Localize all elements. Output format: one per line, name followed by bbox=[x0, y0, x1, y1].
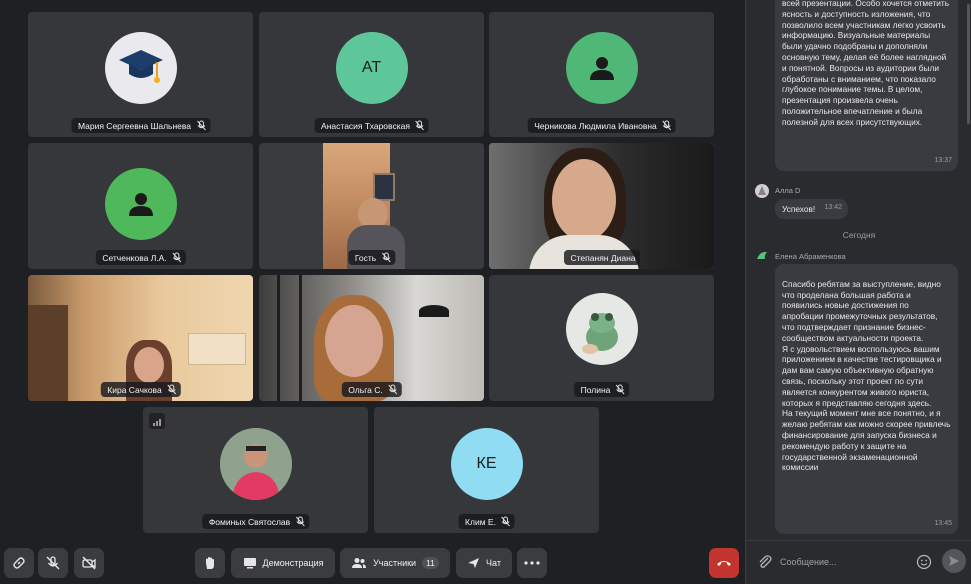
participant-name: Черникова Людмила Ивановна bbox=[527, 118, 676, 133]
participants-count: 11 bbox=[422, 557, 439, 569]
person-head bbox=[134, 347, 164, 383]
send-button[interactable] bbox=[942, 549, 966, 573]
window-frame bbox=[277, 275, 280, 401]
message-author: Елена Абраменкова bbox=[775, 252, 846, 261]
participant-tile[interactable]: Сетченкова Л.А. bbox=[28, 143, 253, 269]
camera-off-icon bbox=[82, 556, 96, 570]
call-toolbar: Демонстрация Участники 11 Чат bbox=[0, 540, 745, 584]
participant-tile[interactable]: Черникова Людмила Ивановна bbox=[489, 12, 714, 137]
participant-name: Кира Сачкова bbox=[100, 382, 181, 397]
message-author: Алла D bbox=[775, 186, 801, 195]
mic-off-icon bbox=[172, 252, 182, 263]
participant-name: Ольга С. bbox=[341, 382, 402, 397]
day-separator: Сегодня bbox=[842, 230, 876, 240]
participant-name: Фоминых Святослав bbox=[201, 514, 310, 529]
mic-off-icon bbox=[501, 516, 511, 527]
people-icon bbox=[352, 558, 367, 568]
participant-name: Клим Е. bbox=[458, 514, 515, 529]
more-icon bbox=[524, 561, 540, 565]
more-options-button[interactable] bbox=[517, 548, 547, 578]
person-head bbox=[552, 159, 616, 241]
hand-icon bbox=[206, 557, 214, 569]
participant-name: Мария Сергеевна Шальнева bbox=[70, 118, 211, 133]
mic-off-icon bbox=[167, 384, 177, 395]
link-icon bbox=[13, 557, 25, 569]
person-photo-avatar bbox=[219, 428, 292, 500]
participant-name: Полина bbox=[573, 382, 630, 397]
participant-tile[interactable]: АТ Анастасия Тхаровская bbox=[259, 12, 484, 137]
participant-tile[interactable]: Ольга С. bbox=[259, 275, 484, 401]
message-time: 13:45 bbox=[934, 520, 952, 528]
avatar-initials: АТ bbox=[361, 59, 382, 76]
camera-toggle-button[interactable] bbox=[74, 548, 104, 578]
signal-strength-icon bbox=[149, 413, 165, 429]
message-time: 13:42 bbox=[824, 204, 842, 212]
screen-share-icon bbox=[243, 558, 256, 569]
message-input[interactable] bbox=[780, 552, 910, 572]
hang-up-icon bbox=[717, 561, 731, 566]
person-head bbox=[325, 305, 383, 377]
participant-tile-active-speaker[interactable]: Степанян Диана bbox=[489, 143, 714, 269]
graduation-cap-icon bbox=[104, 32, 177, 104]
person-icon bbox=[565, 32, 638, 104]
mic-off-icon bbox=[615, 384, 625, 395]
participant-tile[interactable]: Кира Сачкова bbox=[28, 275, 253, 401]
mic-off-icon bbox=[415, 120, 425, 131]
avatar: АТ bbox=[335, 32, 408, 104]
screen-share-label: Демонстрация bbox=[262, 558, 324, 568]
participant-name: Сетченкова Л.А. bbox=[95, 250, 186, 265]
participant-tile[interactable]: Фоминых Святослав bbox=[143, 407, 368, 533]
participant-tile[interactable]: Мария Сергеевна Шальнева bbox=[28, 12, 253, 137]
chat-scrollbar[interactable] bbox=[967, 4, 970, 124]
screen-share-button[interactable]: Демонстрация bbox=[231, 548, 335, 578]
message-text: Успехов! bbox=[782, 204, 816, 214]
raise-hand-button[interactable] bbox=[195, 548, 225, 578]
person-icon bbox=[104, 168, 177, 240]
door bbox=[28, 305, 68, 401]
message-time: 13:37 bbox=[934, 157, 952, 165]
emoji-icon[interactable] bbox=[915, 553, 933, 571]
message-composer bbox=[746, 540, 971, 584]
participants-button[interactable]: Участники 11 bbox=[340, 548, 450, 578]
participant-name: Гость bbox=[347, 250, 396, 265]
mic-off-icon bbox=[196, 120, 206, 131]
chat-message: Успехов! 13:42 bbox=[775, 199, 848, 219]
participant-name: Степанян Диана bbox=[563, 250, 640, 265]
chat-message: всей презентации. Особо хочется отметить… bbox=[775, 0, 958, 171]
window-frame bbox=[299, 275, 302, 401]
wall-picture bbox=[373, 173, 395, 201]
lamp bbox=[419, 305, 449, 317]
chat-message: Спасибо ребятам за выступление, видно чт… bbox=[775, 264, 958, 534]
send-icon bbox=[949, 556, 959, 566]
shelf bbox=[188, 333, 246, 365]
avatar bbox=[755, 248, 769, 262]
chat-button[interactable]: Чат bbox=[456, 548, 512, 578]
mic-off-icon bbox=[295, 516, 305, 527]
message-text: Спасибо ребятам за выступление, видно чт… bbox=[782, 278, 951, 473]
frog-avatar bbox=[565, 293, 638, 365]
participant-tile[interactable]: Полина bbox=[489, 275, 714, 401]
mic-off-icon bbox=[46, 556, 60, 570]
microphone-toggle-button[interactable] bbox=[38, 548, 68, 578]
send-icon bbox=[468, 558, 480, 568]
mic-off-icon bbox=[381, 252, 391, 263]
copy-link-button[interactable] bbox=[4, 548, 34, 578]
paperclip-icon[interactable] bbox=[756, 553, 774, 571]
message-text: всей презентации. Особо хочется отметить… bbox=[782, 0, 950, 127]
participant-name: Анастасия Тхаровская bbox=[314, 118, 429, 133]
participant-tile[interactable]: КЕ Клим Е. bbox=[374, 407, 599, 533]
avatar bbox=[755, 184, 769, 198]
leave-call-button[interactable] bbox=[709, 548, 739, 578]
mic-off-icon bbox=[388, 384, 398, 395]
participants-label: Участники bbox=[373, 558, 417, 568]
chat-panel: всей презентации. Особо хочется отметить… bbox=[745, 0, 971, 584]
video-grid: Мария Сергеевна Шальнева АТ Анастасия Тх… bbox=[0, 0, 745, 540]
participant-tile[interactable]: Гость bbox=[259, 143, 484, 269]
avatar-initials: КЕ bbox=[476, 455, 497, 472]
mic-off-icon bbox=[662, 120, 672, 131]
chat-label: Чат bbox=[486, 558, 501, 568]
avatar: КЕ bbox=[450, 428, 523, 500]
